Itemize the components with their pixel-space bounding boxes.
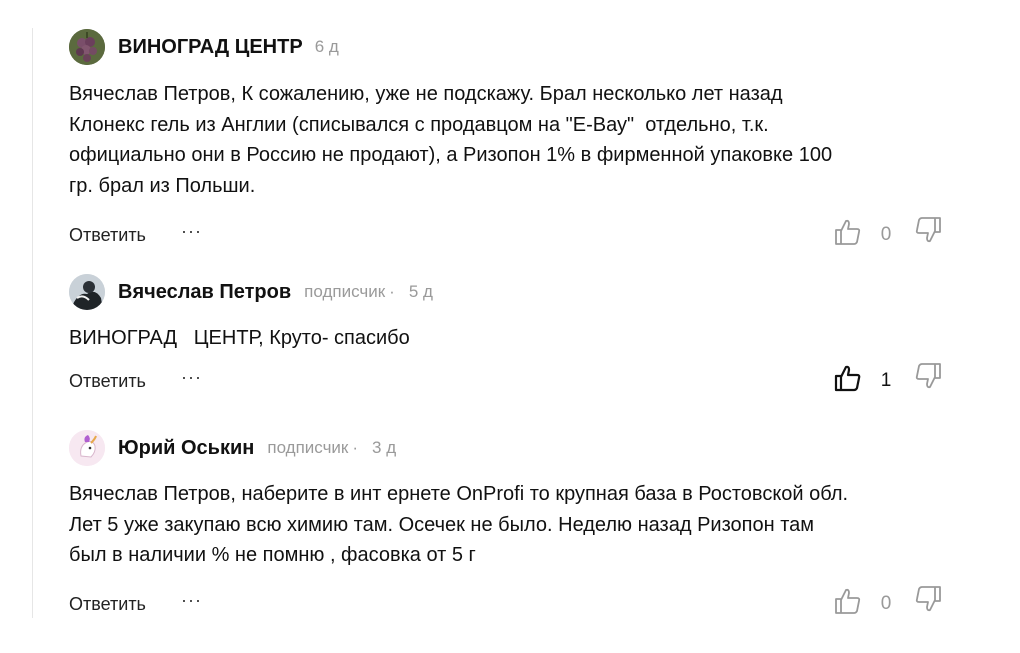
comment-header: Юрий Оськин подписчик · 3 д xyxy=(69,430,969,466)
comment-actions: Ответить ··· 0 xyxy=(69,217,969,255)
comment: Юрий Оськин подписчик · 3 д Вячеслав Пет… xyxy=(69,430,969,624)
comment-age: 6 д xyxy=(314,37,339,56)
thumbs-down-icon[interactable] xyxy=(913,361,943,391)
comment: Вячеслав Петров подписчик · 5 д ВИНОГРАД… xyxy=(69,274,969,401)
separator-dot: · xyxy=(389,282,395,301)
thumbs-down-icon[interactable] xyxy=(913,215,943,245)
comment-text: Вячеслав Петров, наберите в инт ернете O… xyxy=(69,483,849,566)
avatar[interactable] xyxy=(69,430,105,466)
like-count: 1 xyxy=(880,369,892,391)
comment-actions: Ответить ··· 1 xyxy=(69,362,969,401)
reply-button[interactable]: Ответить xyxy=(69,371,146,392)
comment-actions: Ответить ··· 0 xyxy=(69,585,969,624)
comment: ВИНОГРАД ЦЕНТР 6 д Вячеслав Петров, К со… xyxy=(69,29,969,255)
thumbs-up-icon[interactable] xyxy=(833,217,863,247)
more-options-icon[interactable]: ··· xyxy=(181,367,202,388)
comment-header: Вячеслав Петров подписчик · 5 д xyxy=(69,274,969,310)
author-name[interactable]: Юрий Оськин xyxy=(118,437,254,460)
comment-age: 5 д xyxy=(408,282,433,301)
comment-age: 3 д xyxy=(372,438,397,457)
thread-line xyxy=(32,28,33,618)
thumbs-up-icon[interactable] xyxy=(833,363,863,393)
author-name[interactable]: ВИНОГРАД ЦЕНТР xyxy=(118,36,303,59)
author-name[interactable]: Вячеслав Петров xyxy=(118,281,291,304)
thumbs-up-icon[interactable] xyxy=(833,586,863,616)
subscriber-badge: подписчик xyxy=(267,438,349,457)
thumbs-down-icon[interactable] xyxy=(913,584,943,614)
avatar[interactable] xyxy=(69,274,105,310)
comment-header: ВИНОГРАД ЦЕНТР 6 д xyxy=(69,29,969,65)
more-options-icon[interactable]: ··· xyxy=(181,221,202,242)
avatar[interactable] xyxy=(69,29,105,65)
like-count: 0 xyxy=(880,592,892,614)
comment-text: Вячеслав Петров, К сожалению, уже не под… xyxy=(69,83,833,197)
like-count: 0 xyxy=(880,224,892,245)
more-options-icon[interactable]: ··· xyxy=(181,590,202,611)
reply-button[interactable]: Ответить xyxy=(69,225,146,246)
subscriber-badge: подписчик xyxy=(304,282,386,301)
separator-dot: · xyxy=(352,438,359,457)
reply-button[interactable]: Ответить xyxy=(69,594,146,615)
comment-text: ВИНОГРАД ЦЕНТР, Круто- спасибо xyxy=(69,327,410,349)
